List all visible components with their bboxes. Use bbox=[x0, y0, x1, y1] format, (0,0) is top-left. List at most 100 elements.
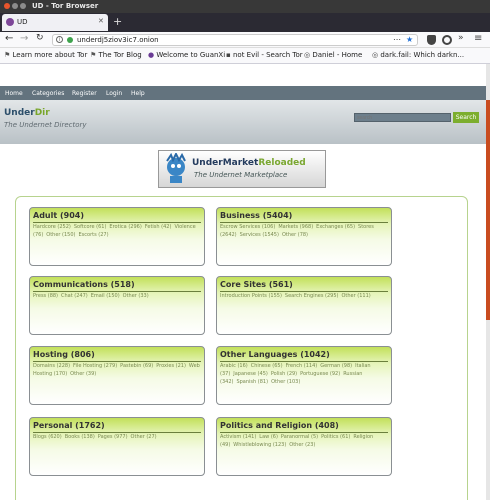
subcategory-link[interactable]: Arabic (16) bbox=[220, 363, 248, 369]
category-title[interactable]: Adult (904) bbox=[33, 211, 84, 220]
category-title[interactable]: Politics and Religion (408) bbox=[220, 421, 339, 430]
nav-home-link[interactable]: Home bbox=[5, 90, 23, 97]
forward-icon[interactable]: → bbox=[20, 33, 28, 44]
nav-help-link[interactable]: Help bbox=[131, 90, 145, 97]
subcategory-link[interactable]: Paranormal (5) bbox=[281, 434, 318, 440]
subcategory-link[interactable]: Domains (228) bbox=[33, 363, 70, 369]
subcategory-link[interactable]: Press (88) bbox=[33, 293, 58, 299]
bookmark-label: Learn more about Tor bbox=[12, 51, 88, 59]
subcategory-link[interactable]: Other (27) bbox=[131, 434, 157, 440]
subcategory-link[interactable]: Portuguese (92) bbox=[300, 371, 340, 377]
search-input[interactable] bbox=[354, 113, 451, 122]
category-title[interactable]: Business (5404) bbox=[220, 211, 292, 220]
bookmark-guanxi[interactable]: ● Welcome to GuanXi bbox=[148, 51, 225, 59]
subcategory-link[interactable]: Softcore (61) bbox=[74, 224, 107, 230]
category-title[interactable]: Other Languages (1042) bbox=[220, 350, 330, 359]
subcategory-link[interactable]: German (98) bbox=[320, 363, 352, 369]
scrollbar-thumb[interactable] bbox=[486, 100, 490, 320]
site-tagline: The Undernet Directory bbox=[4, 121, 87, 129]
logo-part-under: Under bbox=[4, 108, 35, 118]
subcategory-list: Activism (141) Law (6) Paranormal (5) Polit… bbox=[220, 433, 388, 449]
subcategory-link[interactable]: Other (39) bbox=[70, 371, 96, 377]
subcategory-link[interactable]: Erotica (296) bbox=[109, 224, 141, 230]
subcategory-link[interactable]: Polish (29) bbox=[271, 371, 297, 377]
subcategory-link[interactable]: File Hosting (279) bbox=[73, 363, 117, 369]
globe-icon: ◎ bbox=[304, 51, 311, 59]
subcategory-link[interactable]: Markets (968) bbox=[278, 224, 313, 230]
subcategory-link[interactable]: Other (103) bbox=[271, 379, 300, 385]
subcategory-link[interactable]: Escorts (27) bbox=[79, 232, 109, 238]
subcategory-list: Hardcore (252) Softcore (61) Erotica (296)… bbox=[33, 223, 201, 239]
subcategory-link[interactable]: Search Engines (295) bbox=[285, 293, 339, 299]
subcategory-link[interactable]: French (114) bbox=[286, 363, 318, 369]
category-card: Business (5404) Escrow Services (106) Mar… bbox=[216, 207, 392, 266]
info-icon[interactable]: i bbox=[56, 36, 63, 43]
bookmark-star-icon[interactable]: ★ bbox=[406, 35, 413, 44]
banner-title: UnderMarketReloaded bbox=[192, 158, 306, 168]
subcategory-link[interactable]: Law (6) bbox=[259, 434, 278, 440]
bookmark-not-evil[interactable]: ▪ not Evil - Search Tor bbox=[226, 51, 303, 59]
subcategory-link[interactable]: Proxies (21) bbox=[156, 363, 186, 369]
minimize-window-icon[interactable] bbox=[12, 3, 18, 9]
subcategory-link[interactable]: Fetish (42) bbox=[145, 224, 172, 230]
subcategory-link[interactable]: Japanese (45) bbox=[233, 371, 268, 377]
subcategory-link[interactable]: Other (111) bbox=[341, 293, 370, 299]
subcategory-link[interactable]: Pages (977) bbox=[98, 434, 128, 440]
subcategory-list: Domains (228) File Hosting (279) Pastebin … bbox=[33, 362, 201, 378]
category-title[interactable]: Core Sites (561) bbox=[220, 280, 293, 289]
tab-active[interactable]: UD ✕ bbox=[2, 14, 108, 31]
category-title[interactable]: Communications (518) bbox=[33, 280, 135, 289]
nav-register-link[interactable]: Register bbox=[72, 90, 97, 97]
back-icon[interactable]: ← bbox=[5, 33, 13, 44]
subcategory-link[interactable]: Other (23) bbox=[289, 442, 315, 448]
category-card: Hosting (806) Domains (228) File Hosting … bbox=[29, 346, 205, 405]
close-window-icon[interactable] bbox=[4, 3, 10, 9]
subcategory-link[interactable]: Chat (247) bbox=[61, 293, 88, 299]
subcategory-link[interactable]: Spanish (81) bbox=[236, 379, 268, 385]
bookmark-tor-blog[interactable]: ⚑ The Tor Blog bbox=[90, 51, 142, 59]
bookmark-daniel[interactable]: ◎ Daniel - Home bbox=[304, 51, 362, 59]
subcategory-link[interactable]: Whistleblowing (123) bbox=[233, 442, 286, 448]
new-tab-button[interactable]: + bbox=[113, 15, 122, 28]
shield-icon[interactable] bbox=[427, 35, 436, 45]
subcategory-link[interactable]: Email (150) bbox=[91, 293, 120, 299]
subcategory-link[interactable]: Introduction Points (155) bbox=[220, 293, 282, 299]
category-title[interactable]: Personal (1762) bbox=[33, 421, 105, 430]
nav-categories-link[interactable]: Categories bbox=[32, 90, 64, 97]
tor-circuit-icon[interactable] bbox=[442, 35, 452, 45]
logo-part-dir: Dir bbox=[34, 108, 50, 118]
subcategory-link[interactable]: Chinese (65) bbox=[251, 363, 283, 369]
subcategory-link[interactable]: Politics (61) bbox=[321, 434, 350, 440]
subcategory-link[interactable]: Exchanges (65) bbox=[316, 224, 355, 230]
guanxi-icon: ● bbox=[148, 51, 155, 59]
bookmark-label: dark.fail: Which darkn... bbox=[380, 51, 465, 59]
bookmark-dark-fail[interactable]: ◎ dark.fail: Which darkn... bbox=[372, 51, 464, 59]
undermarket-banner[interactable]: UnderMarketReloaded The Undernet Marketp… bbox=[158, 150, 326, 188]
bookmark-learn-tor[interactable]: ⚑ Learn more about Tor bbox=[4, 51, 87, 59]
subcategory-link[interactable]: Hardcore (252) bbox=[33, 224, 71, 230]
bookmark-label: Welcome to GuanXi bbox=[156, 51, 226, 59]
search-button[interactable]: Search bbox=[453, 112, 479, 123]
subcategory-link[interactable]: Blogs (620) bbox=[33, 434, 62, 440]
subcategory-link[interactable]: Books (138) bbox=[65, 434, 95, 440]
category-title[interactable]: Hosting (806) bbox=[33, 350, 95, 359]
subcategory-link[interactable]: Other (33) bbox=[123, 293, 149, 299]
maximize-window-icon[interactable] bbox=[20, 3, 26, 9]
subcategory-link[interactable]: Activism (141) bbox=[220, 434, 256, 440]
subcategory-link[interactable]: Pastebin (69) bbox=[120, 363, 153, 369]
more-icon[interactable]: ⋯ bbox=[393, 35, 401, 44]
subcategory-list: Escrow Services (106) Markets (968) Exchan… bbox=[220, 223, 388, 239]
url-bar[interactable]: i underdj5ziov3ic7.onion ⋯ ★ bbox=[52, 34, 418, 46]
nav-login-link[interactable]: Login bbox=[106, 90, 122, 97]
subcategory-link[interactable]: Services (1545) bbox=[240, 232, 279, 238]
site-logo[interactable]: UnderDir bbox=[4, 108, 50, 118]
close-tab-icon[interactable]: ✕ bbox=[98, 17, 104, 25]
extensions-icon[interactable]: » bbox=[458, 33, 464, 43]
subcategory-link[interactable]: Other (78) bbox=[282, 232, 308, 238]
url-text[interactable]: underdj5ziov3ic7.onion bbox=[77, 36, 159, 44]
site-nav: Home Categories Register Login Help bbox=[0, 86, 490, 100]
subcategory-link[interactable]: Escrow Services (106) bbox=[220, 224, 275, 230]
subcategory-link[interactable]: Other (150) bbox=[46, 232, 75, 238]
reload-icon[interactable]: ↻ bbox=[36, 33, 44, 43]
menu-icon[interactable]: ≡ bbox=[474, 33, 482, 44]
